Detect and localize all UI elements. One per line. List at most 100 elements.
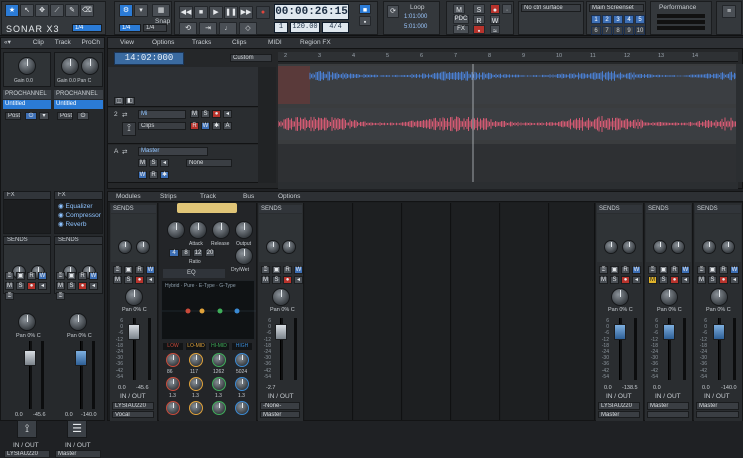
strip-btn-M[interactable]: M bbox=[599, 276, 608, 284]
smart-tool-icon[interactable]: ★ bbox=[5, 4, 19, 17]
eq-q-knob[interactable] bbox=[189, 401, 203, 415]
track-2-arm[interactable]: ● bbox=[212, 110, 221, 118]
strip-btn-S[interactable]: S bbox=[708, 276, 717, 284]
cbar-menu-icon[interactable]: ≡ bbox=[722, 5, 736, 18]
insp-btn-⍰[interactable]: ⍰ bbox=[56, 292, 65, 300]
ratio-4[interactable]: 4 bbox=[169, 249, 179, 257]
strip-btn-R[interactable]: R bbox=[283, 266, 292, 274]
master-route-dropdown[interactable]: None bbox=[186, 159, 232, 167]
strip-route-dropdown[interactable]: Vocal bbox=[112, 411, 154, 418]
ratio-20[interactable]: 20 bbox=[205, 249, 215, 257]
eq-freq-knob[interactable] bbox=[212, 377, 226, 391]
insp-btn-S[interactable]: S bbox=[16, 282, 25, 290]
fx-global-button[interactable]: FX bbox=[453, 25, 469, 34]
strip-btn-S[interactable]: S bbox=[659, 276, 668, 284]
strip-btn-M[interactable]: M bbox=[648, 276, 657, 284]
snap-options-icon[interactable]: ▾ bbox=[134, 4, 148, 17]
insp-btn-▣[interactable]: ▣ bbox=[16, 272, 25, 280]
prochannel-power-left-icon[interactable]: ⏻ bbox=[25, 112, 37, 120]
eq-band-himid[interactable] bbox=[217, 308, 223, 314]
waveform-icon[interactable]: ⟟ bbox=[17, 420, 37, 438]
loop-icon[interactable]: ⟲ bbox=[179, 22, 197, 35]
strip-route-dropdown[interactable]: Master bbox=[598, 411, 640, 418]
menu-modules[interactable]: Modules bbox=[116, 192, 141, 202]
screenset-3[interactable]: 3 bbox=[613, 15, 623, 24]
screenset-10[interactable]: 10 bbox=[635, 26, 645, 35]
eq-freq-knob[interactable] bbox=[235, 377, 249, 391]
insp-btn-⍰[interactable]: ⍰ bbox=[5, 292, 14, 300]
inspector-collapse-icon[interactable]: «▾ bbox=[4, 39, 11, 46]
strip-btn-◂[interactable]: ◂ bbox=[146, 276, 155, 284]
strip-btn-●[interactable]: ● bbox=[135, 276, 144, 284]
strip-pan-knob[interactable] bbox=[709, 288, 728, 306]
dry-wet-knob[interactable] bbox=[235, 247, 253, 265]
preset-left[interactable]: Untitled bbox=[3, 100, 51, 109]
track-2-rec-icon[interactable]: R bbox=[190, 122, 199, 130]
clip-1[interactable] bbox=[310, 66, 738, 104]
erase-tool-icon[interactable]: ⌫ bbox=[80, 4, 94, 17]
strip-btn-R[interactable]: R bbox=[621, 266, 630, 274]
insp-btn-●[interactable]: ● bbox=[27, 282, 36, 290]
edit-tool-icon[interactable]: ⟋ bbox=[50, 4, 64, 17]
fx-item-equalizer[interactable]: ◉ Equalizer bbox=[58, 202, 93, 210]
snap-value[interactable]: 1/4 bbox=[143, 24, 167, 32]
waves-icon[interactable]: ≈ bbox=[490, 25, 500, 35]
comp-knob-1[interactable] bbox=[167, 221, 185, 239]
strip-volume-fader[interactable] bbox=[614, 324, 626, 340]
strip-btn-⍰[interactable]: ⍰ bbox=[113, 266, 122, 274]
strip-send-pan-knob[interactable] bbox=[671, 240, 685, 254]
track-2-monitor[interactable]: ◂ bbox=[223, 110, 232, 118]
strip-btn-M[interactable]: M bbox=[113, 276, 122, 284]
time-display[interactable]: 00:00:26:15 bbox=[274, 4, 349, 20]
meter-display[interactable]: 4/4 bbox=[322, 22, 349, 33]
post-toggle-right[interactable]: Post bbox=[57, 112, 73, 120]
track-2-auto-icon[interactable]: A bbox=[223, 122, 232, 130]
menu-clips[interactable]: Clips bbox=[232, 38, 246, 48]
pan-knob-left[interactable] bbox=[18, 313, 36, 331]
strip-route-dropdown[interactable] bbox=[696, 411, 739, 418]
strip-output-dropdown[interactable]: Master bbox=[696, 402, 739, 410]
loop-start[interactable]: 1:01:000 bbox=[404, 14, 427, 20]
master-mute[interactable]: M bbox=[138, 159, 147, 167]
volume-fader-left[interactable] bbox=[24, 350, 36, 366]
track-2-fx-icon[interactable]: ✱ bbox=[212, 122, 221, 130]
strip-btn-▣[interactable]: ▣ bbox=[708, 266, 717, 274]
menu-options[interactable]: Options bbox=[152, 38, 174, 48]
strip-route-dropdown[interactable] bbox=[647, 411, 689, 418]
eq-freq-knob[interactable] bbox=[189, 377, 203, 391]
screenset-7[interactable]: 7 bbox=[602, 26, 612, 35]
screenset-2[interactable]: 2 bbox=[602, 15, 612, 24]
menu-tracks[interactable]: Tracks bbox=[192, 38, 211, 48]
play-icon[interactable]: ▶ bbox=[209, 6, 223, 19]
loop-toggle-icon[interactable]: ⟳ bbox=[387, 5, 399, 18]
strip-btn-●[interactable]: ● bbox=[719, 276, 728, 284]
eq-graph[interactable]: Hybrid · Pure · E-Type · G-Type bbox=[161, 280, 256, 340]
strip-volume-fader[interactable] bbox=[663, 324, 675, 340]
eq-band-low[interactable] bbox=[185, 308, 191, 314]
ctrl-surface-dropdown[interactable]: No ctrl surface bbox=[521, 4, 581, 12]
insp-btn-M[interactable]: M bbox=[5, 282, 14, 290]
tools-dropdown[interactable]: 1/4 bbox=[72, 24, 102, 32]
menu-options-console[interactable]: Options bbox=[278, 192, 300, 202]
master-track-name[interactable]: Master bbox=[138, 147, 208, 156]
punch-icon[interactable]: ⇥ bbox=[199, 22, 217, 35]
fast-forward-icon[interactable]: ▶▶ bbox=[239, 6, 253, 19]
master-solo[interactable]: S bbox=[149, 159, 158, 167]
output-knob[interactable] bbox=[235, 221, 253, 239]
menu-strips[interactable]: Strips bbox=[160, 192, 177, 202]
strip-volume-fader[interactable] bbox=[712, 324, 725, 340]
eq-gain-knob[interactable] bbox=[166, 353, 180, 367]
strip-volume-fader[interactable] bbox=[275, 324, 287, 340]
snap-dropdown[interactable]: 1/4 bbox=[119, 24, 141, 32]
strip-send-pan-knob[interactable] bbox=[721, 240, 735, 254]
strip-send-knob[interactable] bbox=[604, 240, 618, 254]
select-tool-icon[interactable]: ↖ bbox=[20, 4, 34, 17]
move-tool-icon[interactable]: ✥ bbox=[35, 4, 49, 17]
tempo-display[interactable]: 120.00 bbox=[290, 22, 320, 33]
track-2-mute[interactable]: M bbox=[190, 110, 199, 118]
menu-midi[interactable]: MIDI bbox=[268, 38, 282, 48]
fx-bin-left[interactable]: FX bbox=[3, 191, 51, 234]
eq-gain-knob[interactable] bbox=[212, 353, 226, 367]
pause-icon[interactable]: ❚❚ bbox=[224, 6, 238, 19]
stop-icon[interactable]: ■ bbox=[194, 6, 208, 19]
